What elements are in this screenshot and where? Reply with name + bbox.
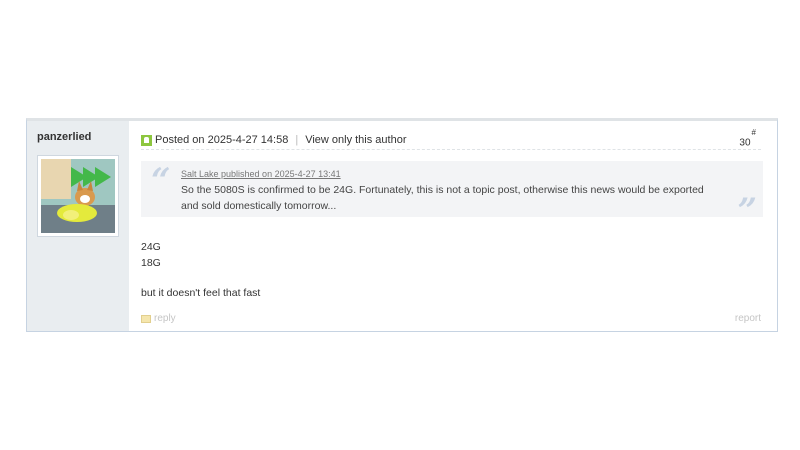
forum-post: panzerlied Posted on 2025-4-27 14:58 | V… — [26, 118, 778, 332]
floor-number[interactable]: 30# — [739, 128, 756, 149]
quote-source-link[interactable]: Salt Lake published on 2025-4-27 13:41 — [181, 169, 341, 179]
quote-close-icon: ” — [737, 191, 757, 231]
reply-label: reply — [154, 313, 176, 324]
author-sidebar: panzerlied — [27, 121, 129, 331]
online-status-icon — [141, 134, 152, 146]
floor-mark: # — [751, 128, 756, 137]
post-meta: Posted on 2025-4-27 14:58 | View only th… — [141, 131, 761, 150]
avatar-image — [41, 159, 115, 233]
post-line: 18G — [141, 257, 161, 269]
post-line: 24G — [141, 241, 161, 253]
view-only-author-link[interactable]: View only this author — [305, 134, 406, 146]
meta-separator: | — [295, 134, 299, 146]
quote-text: So the 5080S is confirmed to be 24G. For… — [181, 184, 704, 212]
reply-button[interactable]: reply — [141, 313, 176, 324]
reply-icon — [141, 314, 151, 323]
floor-number-value: 30 — [739, 137, 751, 149]
report-link[interactable]: report — [735, 313, 761, 324]
author-name[interactable]: panzerlied — [37, 131, 91, 143]
post-line: but it doesn't feel that fast — [141, 287, 261, 299]
post-content: Posted on 2025-4-27 14:58 | View only th… — [129, 121, 777, 331]
quote-open-icon: “ — [151, 161, 171, 201]
post-body: 24G 18G but it doesn't feel that fast — [141, 239, 260, 301]
quote-block: “ Salt Lake published on 2025-4-27 13:41… — [141, 161, 763, 231]
posted-date: Posted on 2025-4-27 14:58 — [155, 134, 289, 146]
avatar[interactable] — [37, 155, 119, 237]
